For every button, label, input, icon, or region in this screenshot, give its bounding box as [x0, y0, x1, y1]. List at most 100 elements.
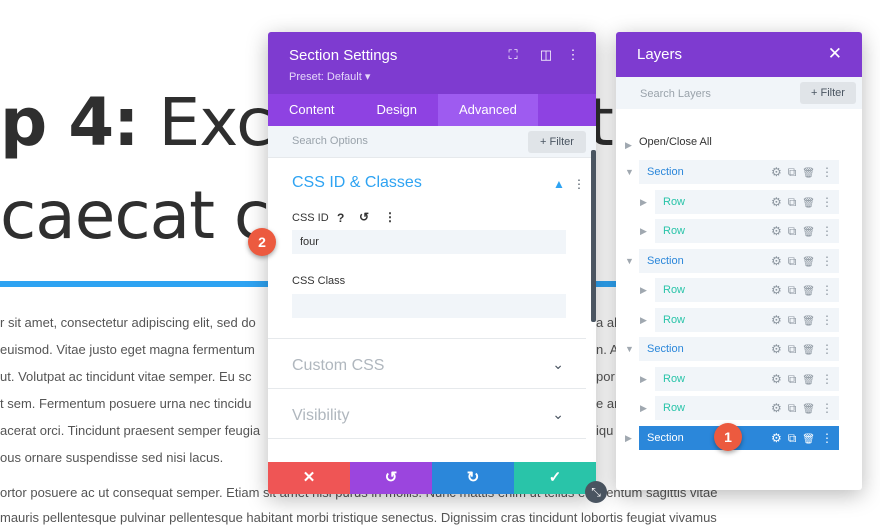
discard-button[interactable]: ✕	[268, 462, 350, 494]
tab-advanced[interactable]: Advanced	[438, 94, 538, 126]
trash-icon[interactable]: 🗑	[802, 192, 815, 216]
fullscreen-icon[interactable]: ⛶	[505, 47, 521, 63]
caret-right-icon[interactable]: ▶	[625, 433, 632, 444]
trash-icon[interactable]: 🗑	[802, 428, 815, 452]
gear-icon[interactable]: ⚙	[771, 337, 782, 361]
options-search-input[interactable]: Search Options	[292, 135, 368, 147]
gear-icon[interactable]: ⚙	[771, 367, 782, 391]
css-class-input[interactable]	[292, 294, 566, 318]
more-options-icon[interactable]: ⋮	[821, 337, 833, 361]
layers-search-input[interactable]: Search Layers	[640, 88, 711, 100]
group-more-icon[interactable]: ⋮	[573, 177, 585, 191]
field-more-icon[interactable]: ⋮	[384, 210, 396, 224]
gear-icon[interactable]: ⚙	[771, 396, 782, 420]
more-options-icon[interactable]: ⋮	[821, 308, 833, 332]
duplicate-icon[interactable]: ⧉	[788, 160, 797, 184]
more-options-icon[interactable]: ⋮	[821, 190, 833, 214]
gear-icon[interactable]: ⚙	[771, 219, 782, 243]
caret-right-icon[interactable]: ▶	[640, 374, 647, 385]
collapse-icon[interactable]: ▲	[553, 177, 565, 191]
more-options-icon[interactable]: ⋮	[821, 160, 833, 184]
layer-section[interactable]: Section ⚙ ⧉ 🗑 ⋮	[639, 160, 839, 184]
visibility-group[interactable]: Visibility	[292, 407, 350, 425]
layers-panel: Layers ✕ Search Layers + Filter ▶ Open/C…	[616, 32, 862, 490]
save-button[interactable]: ✓	[514, 462, 596, 494]
caret-right-icon[interactable]: ▶	[640, 403, 647, 414]
trash-icon[interactable]: 🗑	[802, 251, 815, 275]
custom-css-group[interactable]: Custom CSS	[292, 357, 384, 375]
layer-row[interactable]: Row ⚙ ⧉ 🗑 ⋮	[655, 307, 839, 334]
duplicate-icon[interactable]: ⧉	[788, 308, 797, 332]
css-id-classes-group-title[interactable]: CSS ID & Classes	[292, 174, 422, 192]
layer-row[interactable]: Row ⚙ ⧉ 🗑 ⋮	[655, 366, 839, 393]
caret-right-icon[interactable]: ▶	[640, 226, 647, 237]
tab-content[interactable]: Content	[268, 94, 356, 126]
trash-icon[interactable]: 🗑	[802, 162, 815, 186]
tab-design[interactable]: Design	[356, 94, 438, 126]
duplicate-icon[interactable]: ⧉	[788, 426, 797, 450]
layer-label: Row	[663, 372, 686, 385]
open-close-all-toggle[interactable]: Open/Close All	[639, 136, 712, 148]
more-options-icon[interactable]: ⋮	[821, 426, 833, 450]
trash-icon[interactable]: 🗑	[802, 339, 815, 363]
duplicate-icon[interactable]: ⧉	[788, 190, 797, 214]
settings-scrollbar[interactable]	[591, 150, 596, 322]
layer-row[interactable]: Row ⚙ ⧉ 🗑 ⋮	[655, 189, 839, 216]
page-paragraph-line: acerat orci. Tincidunt praesent semper f…	[0, 423, 261, 438]
page-paragraph-line: t sem. Fermentum posuere urna nec tincid…	[0, 396, 252, 411]
duplicate-icon[interactable]: ⧉	[788, 396, 797, 420]
more-options-icon[interactable]: ⋮	[821, 249, 833, 273]
reset-icon[interactable]: ↺	[359, 210, 369, 224]
caret-right-icon[interactable]: ▶	[640, 285, 647, 296]
duplicate-icon[interactable]: ⧉	[788, 219, 797, 243]
more-options-icon[interactable]: ⋮	[565, 47, 581, 63]
caret-right-icon[interactable]: ▶	[640, 315, 647, 326]
duplicate-icon[interactable]: ⧉	[788, 337, 797, 361]
layer-label: Row	[663, 402, 686, 414]
layer-row[interactable]: Row ⚙ ⧉ 🗑 ⋮	[655, 396, 839, 420]
css-id-input[interactable]: four	[292, 230, 566, 254]
layer-row[interactable]: Row ⚙ ⧉ 🗑 ⋮	[655, 278, 839, 302]
redo-button[interactable]: ↻	[432, 462, 514, 494]
trash-icon[interactable]: 🗑	[802, 398, 815, 422]
resize-handle-icon[interactable]: ⤡	[585, 481, 607, 503]
more-options-icon[interactable]: ⋮	[821, 396, 833, 420]
close-icon[interactable]: ✕	[828, 44, 842, 64]
step-badge-1: 1	[714, 423, 742, 451]
divider	[268, 388, 586, 389]
trash-icon[interactable]: 🗑	[802, 280, 815, 304]
help-icon[interactable]: ?	[337, 211, 344, 225]
columns-icon[interactable]: ◫	[538, 47, 554, 63]
chevron-down-icon[interactable]: ⌄	[552, 406, 564, 423]
layer-section[interactable]: Section ⚙ ⧉ 🗑 ⋮	[639, 337, 839, 361]
layers-filter-button[interactable]: + Filter	[800, 82, 856, 104]
more-options-icon[interactable]: ⋮	[821, 367, 833, 391]
preset-dropdown[interactable]: Preset: Default ▾	[289, 70, 370, 83]
options-filter-button[interactable]: + Filter	[528, 131, 586, 153]
trash-icon[interactable]: 🗑	[802, 369, 815, 393]
duplicate-icon[interactable]: ⧉	[788, 278, 797, 302]
caret-down-icon[interactable]: ▼	[625, 167, 634, 177]
trash-icon[interactable]: 🗑	[802, 310, 815, 334]
gear-icon[interactable]: ⚙	[771, 426, 782, 450]
gear-icon[interactable]: ⚙	[771, 249, 782, 273]
options-search-bar: Search Options + Filter	[268, 126, 596, 158]
gear-icon[interactable]: ⚙	[771, 160, 782, 184]
undo-button[interactable]: ↺	[350, 462, 432, 494]
more-options-icon[interactable]: ⋮	[821, 219, 833, 243]
caret-down-icon[interactable]: ▼	[625, 344, 634, 354]
layer-section[interactable]: Section ⚙ ⧉ 🗑 ⋮	[639, 248, 839, 275]
caret-right-icon[interactable]: ▶	[640, 197, 647, 208]
trash-icon[interactable]: 🗑	[802, 221, 815, 245]
chevron-down-icon[interactable]: ⌄	[552, 356, 564, 373]
page-paragraph-line: ous ornare suspendisse sed nisi lacus.	[0, 450, 224, 465]
gear-icon[interactable]: ⚙	[771, 308, 782, 332]
more-options-icon[interactable]: ⋮	[821, 278, 833, 302]
gear-icon[interactable]: ⚙	[771, 190, 782, 214]
layer-row[interactable]: Row ⚙ ⧉ 🗑 ⋮	[655, 219, 839, 243]
duplicate-icon[interactable]: ⧉	[788, 249, 797, 273]
duplicate-icon[interactable]: ⧉	[788, 367, 797, 391]
section-settings-panel: Section Settings Preset: Default ▾ ⛶ ◫ ⋮…	[268, 32, 596, 494]
gear-icon[interactable]: ⚙	[771, 278, 782, 302]
caret-down-icon[interactable]: ▼	[625, 256, 634, 266]
